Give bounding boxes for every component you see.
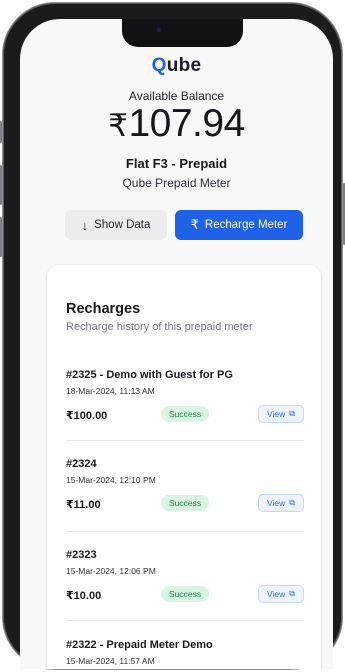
recharge-date: 15-Mar-2024, 12:10 PM bbox=[66, 475, 156, 485]
recharges-card: Recharges Recharge history of this prepa… bbox=[47, 265, 321, 669]
silent-switch bbox=[0, 121, 2, 143]
recharge-date: 15-Mar-2024, 12:06 PM bbox=[66, 566, 156, 576]
rupee-symbol: ₹ bbox=[108, 108, 128, 143]
show-data-button[interactable]: ↓ Show Data bbox=[65, 210, 167, 240]
external-link-icon: ⧉ bbox=[289, 589, 295, 598]
view-label: View bbox=[267, 589, 286, 599]
meter-name: Qube Prepaid Meter bbox=[122, 176, 231, 190]
view-button[interactable]: View ⧉ bbox=[258, 585, 304, 603]
volume-down-button bbox=[0, 217, 2, 257]
rupee-icon: ₹ bbox=[190, 217, 199, 232]
front-camera bbox=[155, 26, 163, 34]
divider bbox=[66, 440, 304, 441]
recharge-amount: ₹100.00 bbox=[66, 410, 108, 422]
recharge-item: #2322 - Prepaid Meter Demo 15-Mar-2024, … bbox=[66, 639, 304, 666]
external-link-icon: ⧉ bbox=[289, 409, 295, 418]
recharge-date: 18-Mar-2024, 11:13 AM bbox=[66, 386, 155, 396]
recharges-subtitle: Recharge history of this prepaid meter bbox=[66, 321, 253, 333]
recharge-item: #2324 15-Mar-2024, 12:10 PM ₹11.00 Succe… bbox=[66, 458, 304, 512]
external-link-icon: ⧉ bbox=[289, 498, 295, 507]
recharge-item: #2325 - Demo with Guest for PG 18-Mar-20… bbox=[66, 369, 304, 423]
status-badge: Success bbox=[161, 406, 210, 422]
recharge-meter-label: Recharge Meter bbox=[204, 219, 288, 231]
recharge-title: #2322 - Prepaid Meter Demo bbox=[66, 639, 213, 651]
phone-frame: Qube Available Balance ₹107.94 Flat F3 -… bbox=[0, 3, 345, 669]
flat-name: Flat F3 - Prepaid bbox=[125, 156, 228, 171]
recharge-title: #2323 bbox=[66, 549, 97, 561]
recharge-date: 15-Mar-2024, 11:57 AM bbox=[66, 656, 155, 666]
divider bbox=[66, 620, 304, 621]
recharge-amount: ₹10.00 bbox=[66, 590, 102, 602]
recharge-amount: ₹11.00 bbox=[66, 499, 101, 511]
app-screen: Qube Available Balance ₹107.94 Flat F3 -… bbox=[20, 19, 333, 669]
balance-label: Available Balance bbox=[128, 89, 225, 103]
app-logo: Qube bbox=[151, 55, 202, 76]
divider bbox=[66, 531, 304, 532]
recharge-meter-button[interactable]: ₹ Recharge Meter bbox=[175, 210, 303, 240]
status-badge: Success bbox=[161, 586, 210, 602]
volume-up-button bbox=[0, 165, 2, 205]
notch bbox=[122, 19, 243, 47]
view-button[interactable]: View ⧉ bbox=[258, 405, 304, 423]
recharge-title: #2324 bbox=[66, 458, 97, 470]
arrow-down-icon: ↓ bbox=[81, 217, 89, 233]
recharge-title: #2325 - Demo with Guest for PG bbox=[66, 369, 233, 381]
view-button[interactable]: View ⧉ bbox=[258, 494, 304, 512]
view-label: View bbox=[267, 498, 286, 508]
balance-amount: ₹107.94 bbox=[20, 102, 333, 146]
balance-value: 107.94 bbox=[128, 102, 245, 145]
recharge-item: #2323 15-Mar-2024, 12:06 PM ₹10.00 Succe… bbox=[66, 549, 304, 603]
status-badge: Success bbox=[161, 495, 210, 511]
view-label: View bbox=[267, 409, 286, 419]
show-data-label: Show Data bbox=[94, 219, 151, 231]
recharges-title: Recharges bbox=[66, 301, 141, 317]
